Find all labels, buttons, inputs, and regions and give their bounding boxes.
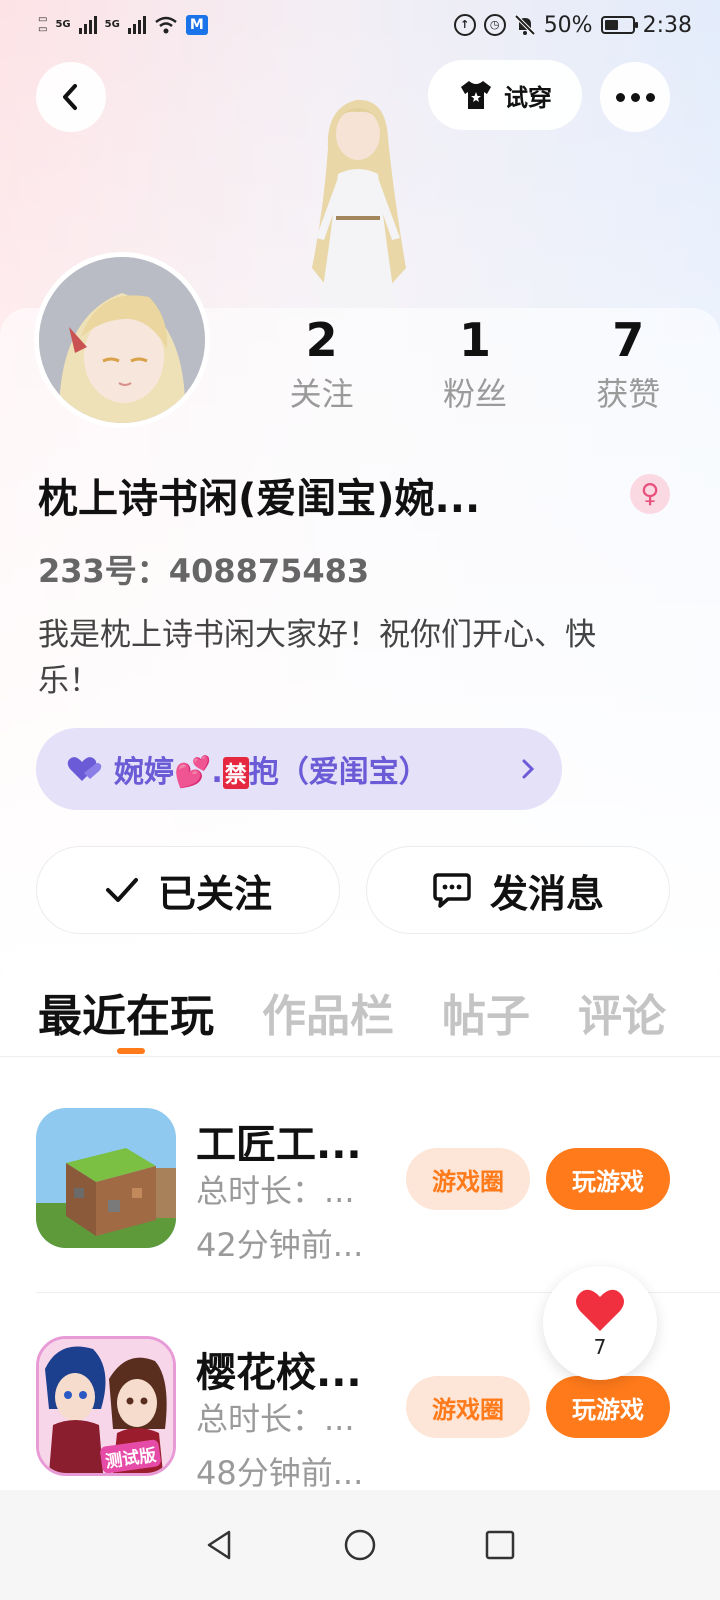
check-icon	[105, 878, 138, 902]
status-left: ▭ ▭ 5G 5G M	[38, 15, 208, 35]
app-notification-icon: M	[185, 15, 208, 35]
relationship-prefix: 婉婷💕.	[114, 755, 223, 790]
double-heart-icon	[67, 757, 102, 781]
following-count: 2	[305, 313, 338, 367]
signal-icon	[78, 16, 97, 34]
send-message-label: 发消息	[489, 871, 604, 916]
tab-divider	[0, 1056, 720, 1057]
likes-label: 获赞	[596, 375, 661, 413]
game-last-played: 48分钟前...	[196, 1454, 364, 1492]
mute-bell-icon	[514, 14, 536, 36]
tab-recently-played[interactable]: 最近在玩	[38, 980, 214, 1044]
nickname: 枕上诗书闲(爱闺宝)婉...	[38, 476, 481, 522]
chat-bubble-icon	[433, 873, 471, 908]
status-right: ↑ ◷ 50% 2:38	[453, 12, 692, 38]
clock: 2:38	[642, 12, 692, 38]
followed-button[interactable]: 已关注	[36, 846, 340, 934]
wifi-icon	[155, 16, 177, 34]
followers-count: 1	[458, 313, 491, 367]
female-icon: ♀	[630, 474, 670, 514]
relationship-suffix: 抱（爱闺宝）	[248, 755, 429, 790]
followers-stat[interactable]: 1 粉丝	[400, 312, 550, 416]
send-message-button[interactable]: 发消息	[366, 846, 670, 934]
back-triangle-icon[interactable]	[203, 1528, 237, 1562]
like-count: 7	[593, 1335, 607, 1359]
chevron-right-icon	[522, 759, 535, 779]
more-button[interactable]	[600, 62, 670, 132]
sim-icon: ▭ ▭	[38, 14, 48, 35]
followers-label: 粉丝	[442, 375, 507, 413]
game-duration: 总时长：...	[196, 1400, 355, 1438]
craftsman-game-icon[interactable]	[36, 1108, 176, 1248]
system-navigation-bar	[0, 1490, 720, 1600]
game-name: 工匠工...	[196, 1122, 362, 1168]
game-last-played: 42分钟前...	[196, 1226, 364, 1264]
avatar[interactable]	[34, 252, 210, 428]
network-type-1: 5G	[55, 19, 71, 30]
likes-count: 7	[612, 313, 645, 367]
battery-percent: 50%	[543, 12, 593, 38]
character-figure	[268, 88, 448, 310]
forbidden-badge: 禁	[222, 757, 249, 789]
profile-stats: 2 关注 1 粉丝 7 获赞	[245, 312, 705, 416]
profile-tabs: 最近在玩 作品栏 帖子 评论	[38, 980, 714, 1044]
likes-stat[interactable]: 7 获赞	[553, 312, 703, 416]
shirt-icon	[461, 81, 491, 109]
data-saver-icon: ↑	[453, 14, 476, 36]
tab-posts[interactable]: 帖子	[442, 980, 530, 1044]
user-id[interactable]: 233号：408875483	[38, 546, 369, 592]
like-button[interactable]: 7	[543, 1266, 657, 1380]
signal-icon	[127, 16, 146, 34]
active-tab-indicator	[117, 1048, 145, 1054]
bio: 我是枕上诗书闲大家好！祝你们开心、快乐！	[38, 617, 596, 699]
network-type-2: 5G	[104, 19, 120, 30]
more-dots-icon	[615, 92, 655, 102]
tab-works[interactable]: 作品栏	[262, 980, 394, 1044]
following-stat[interactable]: 2 关注	[247, 312, 397, 416]
sakura-school-game-icon[interactable]: 测试版	[36, 1336, 176, 1476]
play-game-button[interactable]: 玩游戏	[546, 1376, 670, 1438]
back-button[interactable]	[36, 62, 106, 132]
game-duration: 总时长：...	[196, 1172, 355, 1210]
try-on-button[interactable]: 试穿	[428, 60, 582, 130]
status-bar: ▭ ▭ 5G 5G M ↑ ◷ 50% 2:38	[0, 0, 720, 50]
following-label: 关注	[289, 375, 354, 413]
heart-icon	[576, 1289, 624, 1331]
game-circle-button[interactable]: 游戏圈	[406, 1148, 530, 1210]
try-on-label: 试穿	[504, 83, 552, 112]
relationship-text: 婉婷💕.禁抱（爱闺宝）	[114, 747, 508, 791]
home-circle-icon[interactable]	[343, 1528, 377, 1562]
recents-square-icon[interactable]	[483, 1528, 517, 1562]
followed-label: 已关注	[157, 871, 272, 916]
relationship-banner[interactable]: 婉婷💕.禁抱（爱闺宝）	[36, 728, 562, 810]
alarm-icon: ◷	[483, 14, 506, 36]
chevron-left-icon	[63, 84, 77, 110]
battery-icon	[600, 16, 638, 34]
tab-comments[interactable]: 评论	[578, 980, 666, 1044]
game-name: 樱花校...	[196, 1350, 362, 1396]
play-game-button[interactable]: 玩游戏	[546, 1148, 670, 1210]
game-circle-button[interactable]: 游戏圈	[406, 1376, 530, 1438]
